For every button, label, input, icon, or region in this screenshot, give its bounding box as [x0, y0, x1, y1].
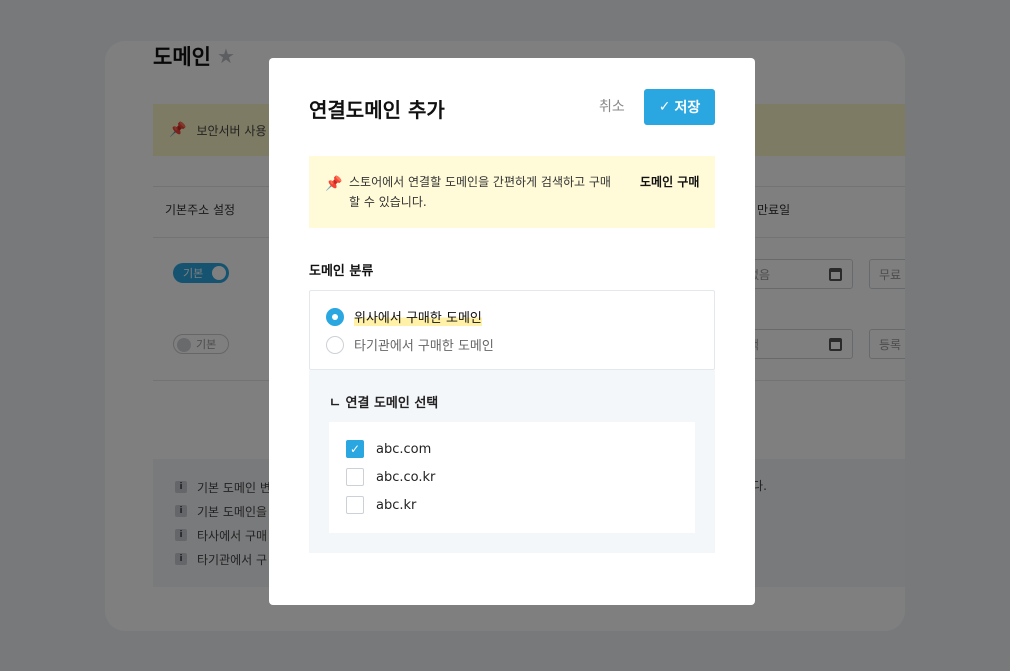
cancel-button[interactable]: 취소	[599, 96, 625, 116]
domain-label: abc.co.kr	[376, 469, 436, 485]
radio-label: 타기관에서 구매한 도메인	[354, 339, 494, 354]
checkbox[interactable]	[346, 468, 364, 486]
modal-notice: 📌 스토어에서 연결할 도메인을 간편하게 검색하고 구매할 수 있습니다. 도…	[309, 156, 715, 228]
linked-domain-label-text: 연결 도메인 선택	[345, 396, 439, 411]
save-button[interactable]: ✓ 저장	[644, 89, 715, 125]
pin-icon: 📌	[325, 176, 343, 192]
save-button-label: 저장	[674, 100, 701, 116]
linked-domain-panel: ㄴ 연결 도메인 선택 ✓ abc.com abc.co.kr abc.kr	[309, 370, 715, 553]
domain-option[interactable]: ✓ abc.com	[346, 440, 431, 458]
modal-title: 연결도메인 추가	[309, 98, 445, 122]
indent-marker: ㄴ	[329, 396, 341, 411]
checkbox[interactable]: ✓	[346, 440, 364, 458]
linked-domain-label: ㄴ 연결 도메인 선택	[329, 392, 438, 411]
radio-option-other-registrar[interactable]: 타기관에서 구매한 도메인	[326, 335, 494, 354]
domain-category-radio-group: 위사에서 구매한 도메인 타기관에서 구매한 도메인	[309, 290, 715, 370]
domain-option[interactable]: abc.co.kr	[346, 468, 435, 486]
domain-checkbox-list: ✓ abc.com abc.co.kr abc.kr	[329, 422, 695, 533]
radio-button[interactable]	[326, 335, 344, 354]
domain-purchase-link[interactable]: 도메인 구매	[640, 172, 699, 192]
checkbox[interactable]	[346, 496, 364, 514]
domain-label: abc.com	[376, 441, 432, 457]
check-icon: ✓	[658, 99, 671, 115]
domain-option[interactable]: abc.kr	[346, 496, 416, 514]
radio-button[interactable]	[326, 307, 344, 326]
radio-option-cafe24[interactable]: 위사에서 구매한 도메인	[326, 307, 482, 326]
modal-notice-text: 스토어에서 연결할 도메인을 간편하게 검색하고 구매할 수 있습니다.	[349, 175, 611, 209]
domain-label: abc.kr	[376, 497, 417, 513]
domain-category-label: 도메인 분류	[309, 264, 374, 279]
radio-label: 위사에서 구매한 도메인	[354, 307, 482, 326]
add-linked-domain-modal: 연결도메인 추가 취소 ✓ 저장 📌 스토어에서 연결할 도메인을 간편하게 검…	[269, 58, 755, 605]
